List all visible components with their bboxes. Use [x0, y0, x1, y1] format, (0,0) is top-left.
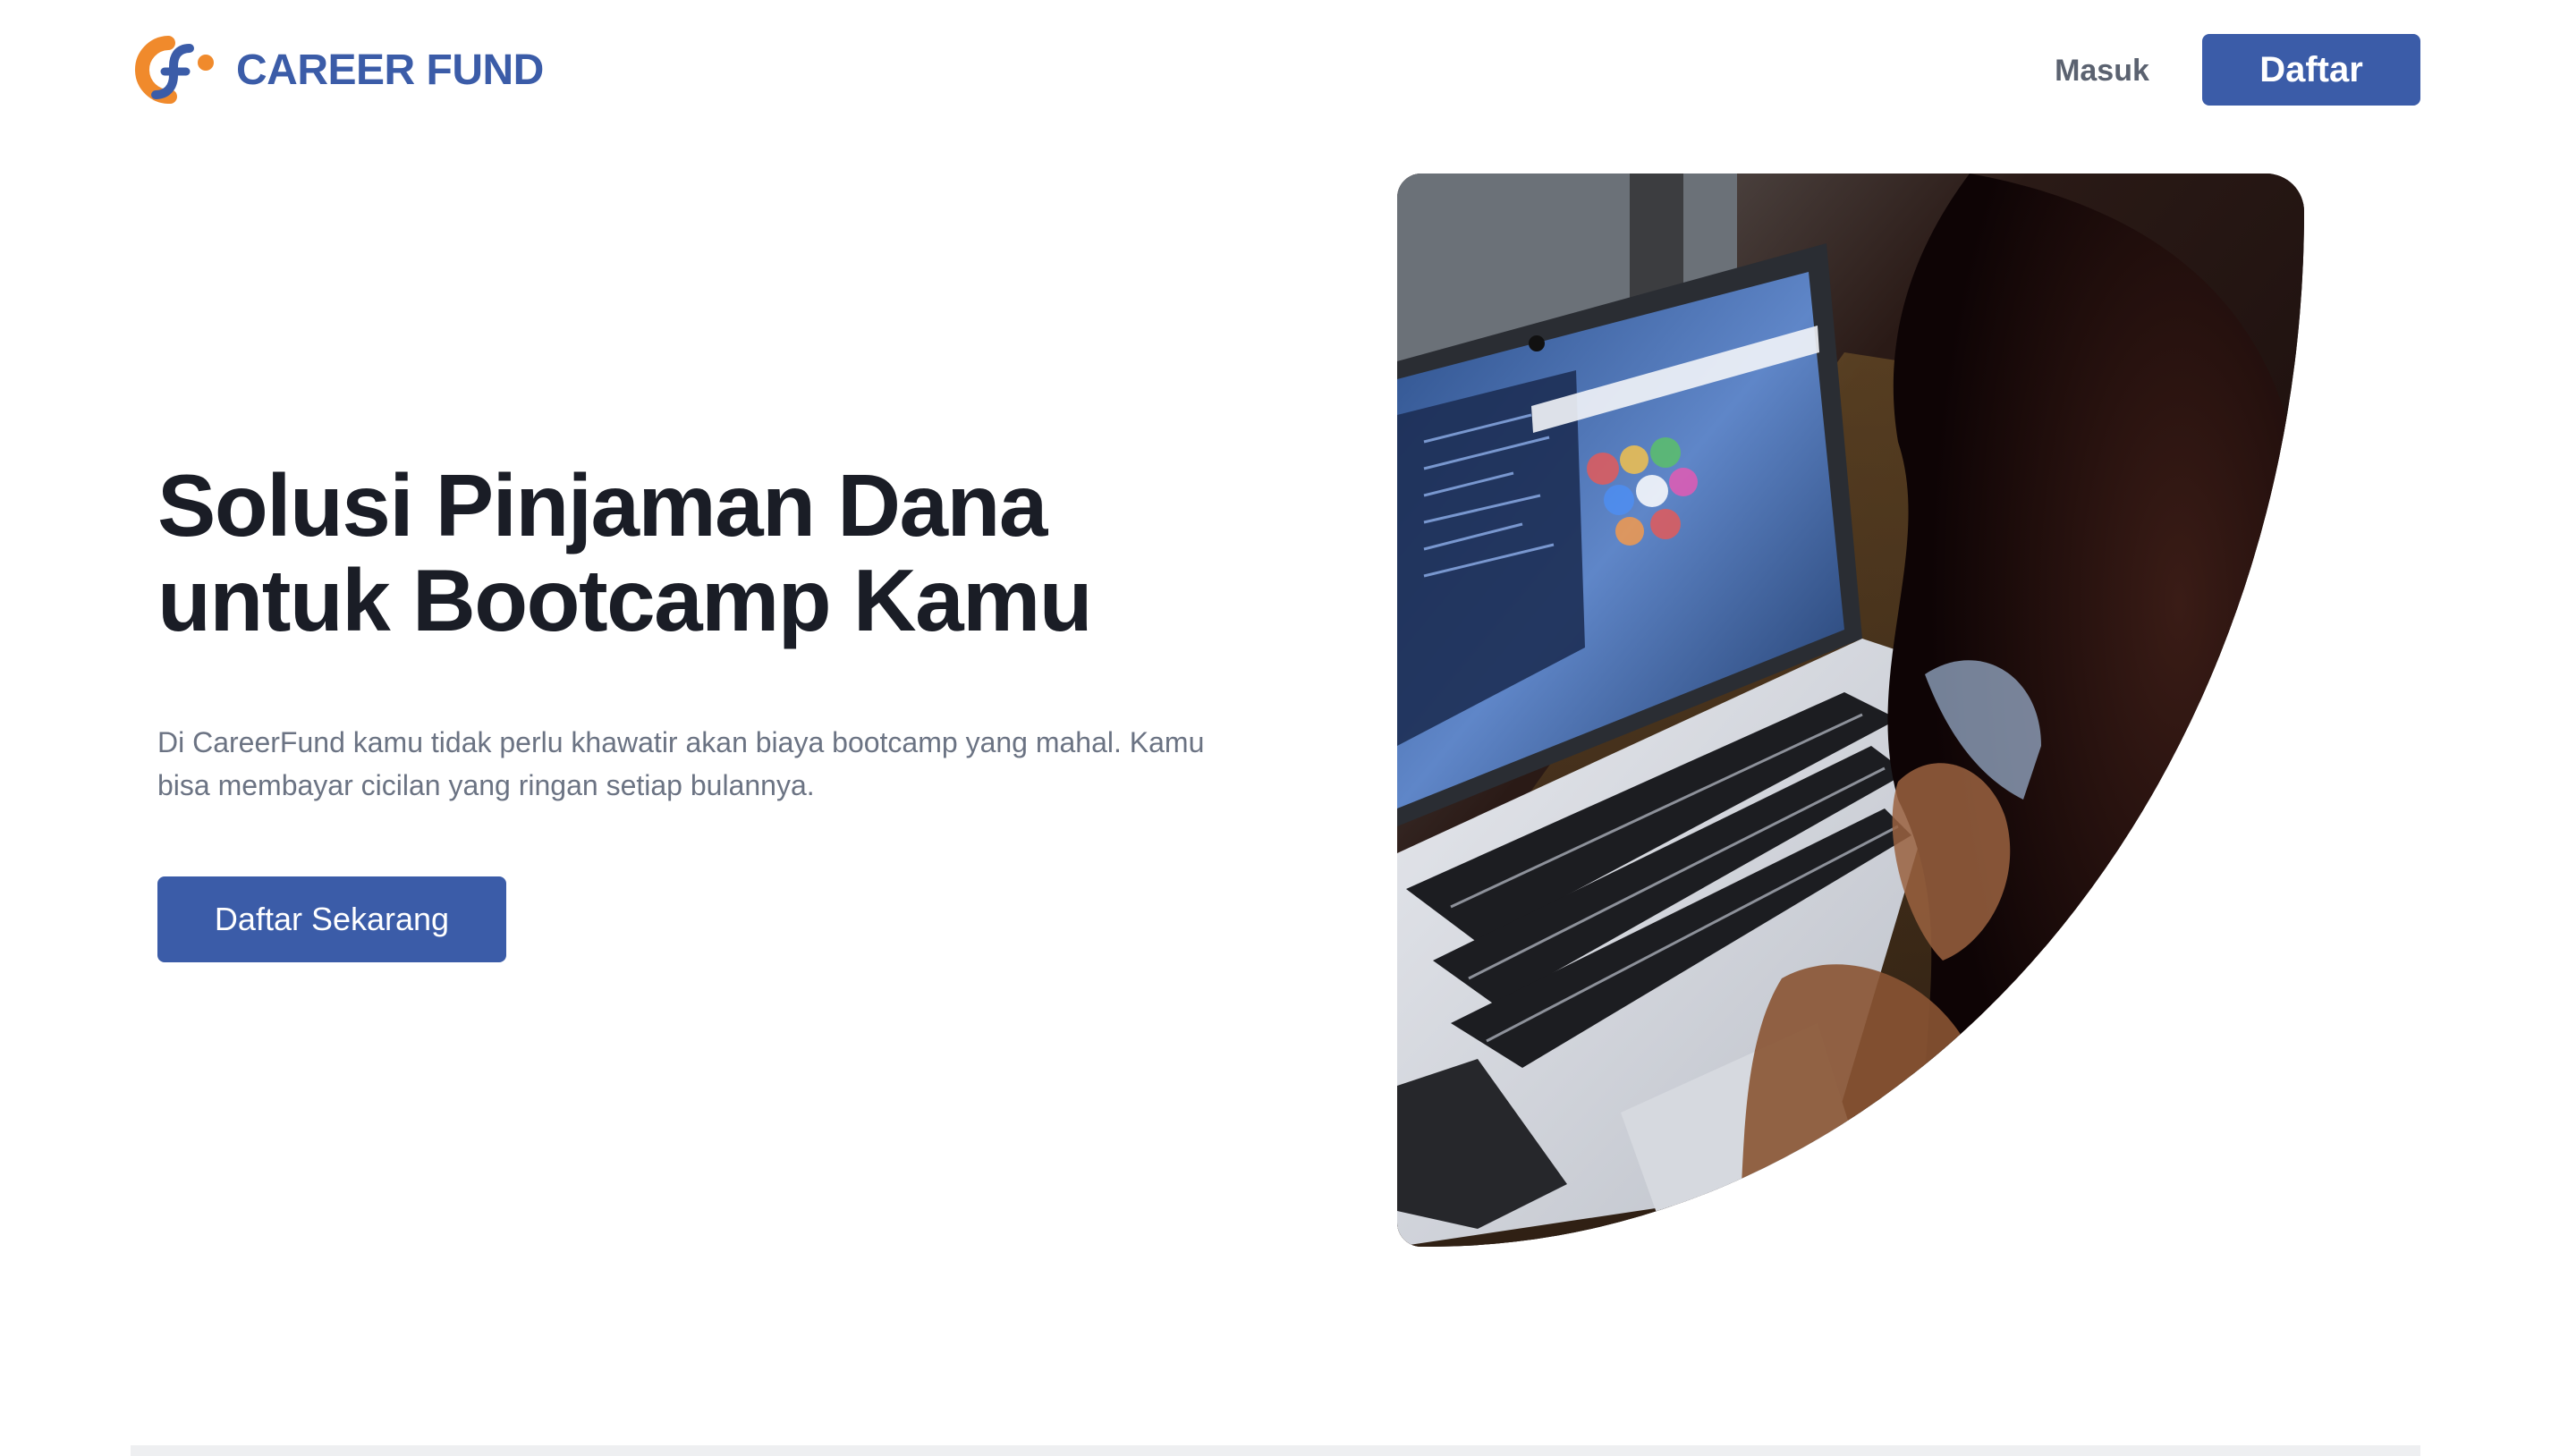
hero-description: Di CareerFund kamu tidak perlu khawatir … — [157, 726, 1205, 801]
register-button[interactable]: Daftar — [2202, 34, 2420, 106]
careerfund-logo-icon — [135, 36, 214, 104]
login-link[interactable]: Masuk — [2004, 39, 2200, 102]
site-header: CAREER FUND Masuk Daftar — [0, 0, 2551, 140]
hero-title-line-2: untuk Bootcamp Kamu — [157, 551, 1093, 649]
hero-title-line-1: Solusi Pinjaman Dana — [157, 456, 1047, 554]
laptop-photo-illustration — [1397, 174, 2304, 1247]
section-divider — [131, 1445, 2420, 1456]
hero-image-laptop — [1397, 174, 2304, 1247]
register-now-button[interactable]: Daftar Sekarang — [157, 876, 506, 962]
brand-logo[interactable]: CAREER FUND — [134, 36, 544, 104]
brand-name: CAREER FUND — [236, 46, 544, 94]
hero-title: Solusi Pinjaman Dana untuk Bootcamp Kamu — [157, 458, 1320, 648]
